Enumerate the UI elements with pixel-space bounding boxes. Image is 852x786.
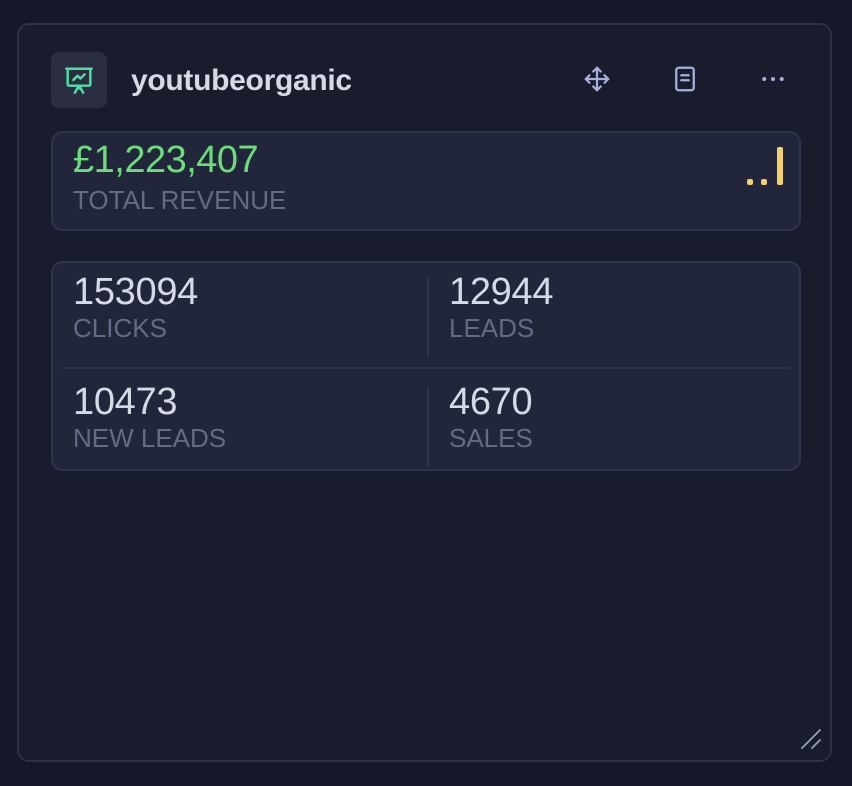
stat-value: 12944 (449, 271, 554, 313)
stat-label: SALES (449, 423, 533, 453)
stat-clicks: 153094 CLICKS (73, 271, 198, 343)
stat-value: 4670 (449, 381, 533, 423)
move-button[interactable] (580, 64, 614, 98)
column-divider (427, 387, 429, 467)
stat-new-leads: 10473 NEW LEADS (73, 381, 226, 453)
document-icon (670, 64, 700, 99)
stat-leads: 12944 LEADS (449, 271, 553, 343)
column-divider (427, 277, 429, 357)
revenue-label: TOTAL REVENUE (73, 185, 287, 215)
stat-label: NEW LEADS (73, 423, 227, 453)
more-button[interactable] (756, 64, 790, 98)
revenue-value: £1,223,407 (73, 139, 259, 181)
row-divider (63, 367, 789, 369)
stats-card: 153094 CLICKS 12944 LEADS 10473 NEW LEAD… (51, 261, 801, 471)
resize-handle[interactable] (798, 726, 824, 752)
stat-label: LEADS (449, 313, 535, 343)
revenue-card: £1,223,407 TOTAL REVENUE (51, 131, 801, 231)
stat-label: CLICKS (73, 313, 167, 343)
widget-header: youtubeorganic (51, 52, 801, 110)
notes-button[interactable] (668, 64, 702, 98)
widget-title: youtubeorganic (131, 64, 352, 97)
stat-sales: 4670 SALES (449, 381, 533, 453)
stat-value: 153094 (73, 271, 199, 313)
stat-value: 10473 (73, 381, 178, 423)
widget-card: youtubeorganic £1,223,407 TOTAL REVENUE … (17, 23, 832, 762)
signal-bars-icon (745, 145, 789, 189)
move-arrows-icon (582, 64, 612, 99)
ellipsis-icon (758, 64, 788, 99)
presentation-chart-icon (51, 52, 107, 108)
